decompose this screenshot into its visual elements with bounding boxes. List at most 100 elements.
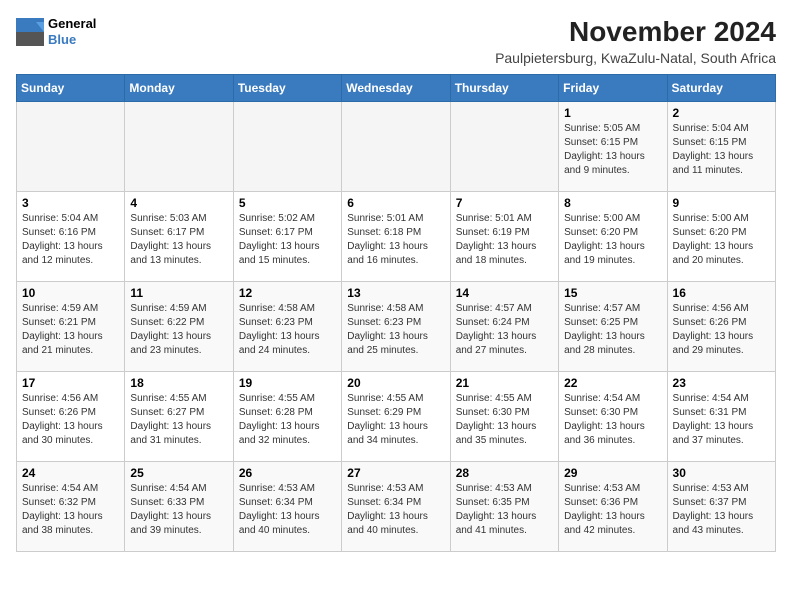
- day-detail: Sunrise: 5:01 AM Sunset: 6:19 PM Dayligh…: [456, 212, 553, 268]
- day-cell: 25Sunrise: 4:54 AM Sunset: 6:33 PM Dayli…: [125, 462, 233, 552]
- week-row-0: 1 Sunrise: 5:05 AM Sunset: 6:15 PM Daylig…: [17, 102, 776, 192]
- day-cell: 22Sunrise: 4:54 AM Sunset: 6:30 PM Dayli…: [559, 372, 667, 462]
- day-detail: Sunrise: 4:53 AM Sunset: 6:37 PM Dayligh…: [673, 482, 770, 538]
- day-detail: Sunrise: 4:53 AM Sunset: 6:34 PM Dayligh…: [239, 482, 336, 538]
- day-detail: Sunrise: 4:59 AM Sunset: 6:22 PM Dayligh…: [130, 302, 227, 358]
- day-number: 11: [130, 286, 227, 300]
- day-detail: Sunrise: 4:54 AM Sunset: 6:30 PM Dayligh…: [564, 392, 661, 448]
- day-number: 24: [22, 466, 119, 480]
- day-cell: 1 Sunrise: 5:05 AM Sunset: 6:15 PM Daylig…: [559, 102, 667, 192]
- day-number: 4: [130, 196, 227, 210]
- day-cell: 3 Sunrise: 5:04 AM Sunset: 6:16 PM Daylig…: [17, 192, 125, 282]
- day-cell: 27 Sunrise: 4:53 AM Sunset: 6:34 PM Dayli…: [342, 462, 450, 552]
- day-cell: 23 Sunrise: 4:54 AM Sunset: 6:31 PM Dayli…: [667, 372, 775, 462]
- header-row: SundayMondayTuesdayWednesdayThursdayFrid…: [17, 75, 776, 102]
- day-cell: 20 Sunrise: 4:55 AM Sunset: 6:29 PM Dayli…: [342, 372, 450, 462]
- day-cell: 2Sunrise: 5:04 AM Sunset: 6:15 PM Daylig…: [667, 102, 775, 192]
- day-number: 8: [564, 196, 661, 210]
- day-detail: Sunrise: 4:54 AM Sunset: 6:32 PM Dayligh…: [22, 482, 119, 538]
- subtitle: Paulpietersburg, KwaZulu-Natal, South Af…: [495, 50, 776, 66]
- calendar-header: SundayMondayTuesdayWednesdayThursdayFrid…: [17, 75, 776, 102]
- logo-blue: Blue: [48, 32, 96, 48]
- day-cell: 4 Sunrise: 5:03 AM Sunset: 6:17 PM Daylig…: [125, 192, 233, 282]
- day-number: 9: [673, 196, 770, 210]
- header-sunday: Sunday: [17, 75, 125, 102]
- day-number: 16: [673, 286, 770, 300]
- page-wrapper: General Blue November 2024 Paulpietersbu…: [16, 16, 776, 552]
- day-cell: 24 Sunrise: 4:54 AM Sunset: 6:32 PM Dayli…: [17, 462, 125, 552]
- day-cell: [450, 102, 558, 192]
- day-detail: Sunrise: 5:03 AM Sunset: 6:17 PM Dayligh…: [130, 212, 227, 268]
- day-number: 23: [673, 376, 770, 390]
- day-cell: 18Sunrise: 4:55 AM Sunset: 6:27 PM Dayli…: [125, 372, 233, 462]
- day-detail: Sunrise: 4:53 AM Sunset: 6:36 PM Dayligh…: [564, 482, 661, 538]
- day-number: 10: [22, 286, 119, 300]
- week-row-4: 24 Sunrise: 4:54 AM Sunset: 6:32 PM Dayli…: [17, 462, 776, 552]
- day-detail: Sunrise: 5:05 AM Sunset: 6:15 PM Dayligh…: [564, 122, 661, 178]
- day-cell: 17 Sunrise: 4:56 AM Sunset: 6:26 PM Dayli…: [17, 372, 125, 462]
- day-detail: Sunrise: 4:55 AM Sunset: 6:28 PM Dayligh…: [239, 392, 336, 448]
- week-row-2: 10Sunrise: 4:59 AM Sunset: 6:21 PM Dayli…: [17, 282, 776, 372]
- day-number: 1: [564, 106, 661, 120]
- calendar-body: 1 Sunrise: 5:05 AM Sunset: 6:15 PM Daylig…: [17, 102, 776, 552]
- day-number: 6: [347, 196, 444, 210]
- day-detail: Sunrise: 4:54 AM Sunset: 6:33 PM Dayligh…: [130, 482, 227, 538]
- day-number: 27: [347, 466, 444, 480]
- logo: General Blue: [16, 16, 96, 47]
- day-detail: Sunrise: 4:53 AM Sunset: 6:34 PM Dayligh…: [347, 482, 444, 538]
- day-detail: Sunrise: 4:57 AM Sunset: 6:25 PM Dayligh…: [564, 302, 661, 358]
- week-row-1: 3 Sunrise: 5:04 AM Sunset: 6:16 PM Daylig…: [17, 192, 776, 282]
- day-number: 28: [456, 466, 553, 480]
- week-row-3: 17 Sunrise: 4:56 AM Sunset: 6:26 PM Dayli…: [17, 372, 776, 462]
- day-detail: Sunrise: 4:54 AM Sunset: 6:31 PM Dayligh…: [673, 392, 770, 448]
- logo-general: General: [48, 16, 96, 32]
- day-number: 3: [22, 196, 119, 210]
- day-detail: Sunrise: 5:00 AM Sunset: 6:20 PM Dayligh…: [564, 212, 661, 268]
- day-number: 12: [239, 286, 336, 300]
- day-cell: 7 Sunrise: 5:01 AM Sunset: 6:19 PM Daylig…: [450, 192, 558, 282]
- day-cell: 26Sunrise: 4:53 AM Sunset: 6:34 PM Dayli…: [233, 462, 341, 552]
- logo-icon: [16, 18, 44, 46]
- day-number: 29: [564, 466, 661, 480]
- day-cell: 9 Sunrise: 5:00 AM Sunset: 6:20 PM Daylig…: [667, 192, 775, 282]
- day-number: 15: [564, 286, 661, 300]
- day-number: 30: [673, 466, 770, 480]
- day-detail: Sunrise: 4:56 AM Sunset: 6:26 PM Dayligh…: [22, 392, 119, 448]
- day-cell: 29 Sunrise: 4:53 AM Sunset: 6:36 PM Dayli…: [559, 462, 667, 552]
- day-detail: Sunrise: 5:04 AM Sunset: 6:16 PM Dayligh…: [22, 212, 119, 268]
- main-title: November 2024: [495, 16, 776, 48]
- day-number: 7: [456, 196, 553, 210]
- day-detail: Sunrise: 4:53 AM Sunset: 6:35 PM Dayligh…: [456, 482, 553, 538]
- header-thursday: Thursday: [450, 75, 558, 102]
- day-cell: 8 Sunrise: 5:00 AM Sunset: 6:20 PM Daylig…: [559, 192, 667, 282]
- day-number: 19: [239, 376, 336, 390]
- day-detail: Sunrise: 5:00 AM Sunset: 6:20 PM Dayligh…: [673, 212, 770, 268]
- day-number: 14: [456, 286, 553, 300]
- day-cell: 16 Sunrise: 4:56 AM Sunset: 6:26 PM Dayli…: [667, 282, 775, 372]
- title-section: November 2024 Paulpietersburg, KwaZulu-N…: [495, 16, 776, 66]
- day-number: 18: [130, 376, 227, 390]
- day-cell: 15 Sunrise: 4:57 AM Sunset: 6:25 PM Dayli…: [559, 282, 667, 372]
- header-wednesday: Wednesday: [342, 75, 450, 102]
- header-tuesday: Tuesday: [233, 75, 341, 102]
- day-cell: 13 Sunrise: 4:58 AM Sunset: 6:23 PM Dayli…: [342, 282, 450, 372]
- day-cell: [125, 102, 233, 192]
- day-detail: Sunrise: 4:58 AM Sunset: 6:23 PM Dayligh…: [347, 302, 444, 358]
- day-detail: Sunrise: 4:58 AM Sunset: 6:23 PM Dayligh…: [239, 302, 336, 358]
- day-number: 21: [456, 376, 553, 390]
- header: General Blue November 2024 Paulpietersbu…: [16, 16, 776, 66]
- day-number: 20: [347, 376, 444, 390]
- day-detail: Sunrise: 4:55 AM Sunset: 6:29 PM Dayligh…: [347, 392, 444, 448]
- day-cell: 14Sunrise: 4:57 AM Sunset: 6:24 PM Dayli…: [450, 282, 558, 372]
- day-cell: 28 Sunrise: 4:53 AM Sunset: 6:35 PM Dayli…: [450, 462, 558, 552]
- day-cell: [17, 102, 125, 192]
- day-detail: Sunrise: 4:56 AM Sunset: 6:26 PM Dayligh…: [673, 302, 770, 358]
- day-cell: 12 Sunrise: 4:58 AM Sunset: 6:23 PM Dayli…: [233, 282, 341, 372]
- day-number: 5: [239, 196, 336, 210]
- day-number: 13: [347, 286, 444, 300]
- day-number: 17: [22, 376, 119, 390]
- day-cell: [233, 102, 341, 192]
- header-friday: Friday: [559, 75, 667, 102]
- day-cell: 5Sunrise: 5:02 AM Sunset: 6:17 PM Daylig…: [233, 192, 341, 282]
- day-detail: Sunrise: 4:55 AM Sunset: 6:30 PM Dayligh…: [456, 392, 553, 448]
